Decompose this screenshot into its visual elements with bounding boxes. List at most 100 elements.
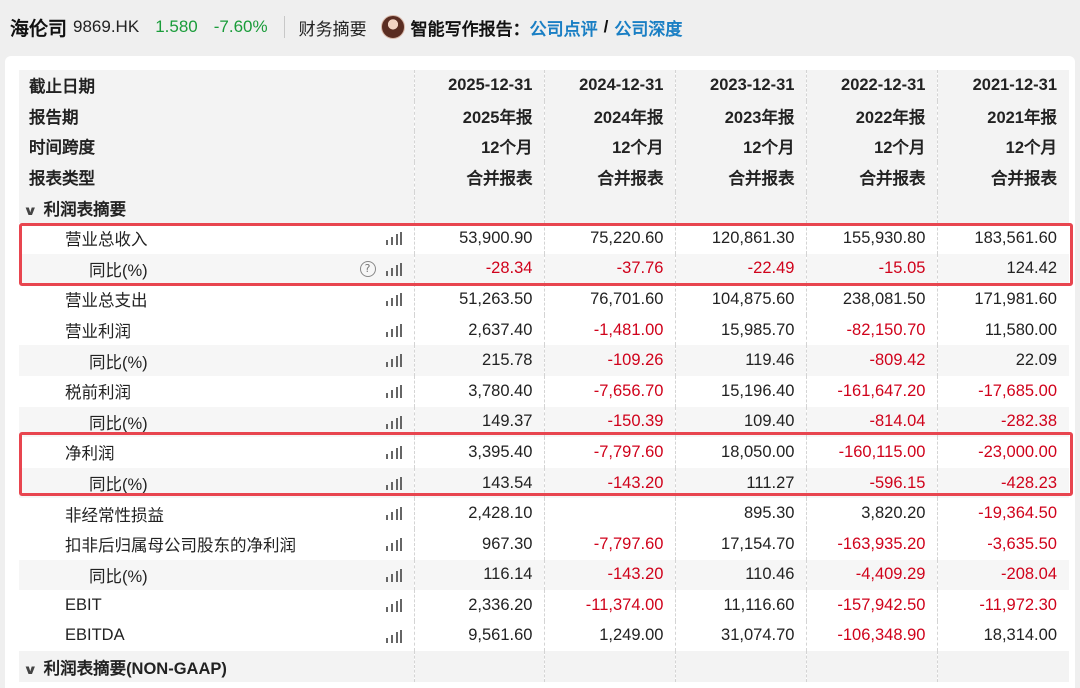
bar-chart-icon[interactable] — [385, 507, 402, 521]
table-row: 同比(%) 215.78 -109.26 119.46 -809.42 22.09 — [19, 345, 1069, 376]
bar-chart-icon[interactable] — [385, 629, 402, 643]
row-value — [544, 498, 676, 529]
bar-chart-icon[interactable] — [385, 231, 402, 245]
row-label: 同比(%) — [89, 567, 148, 586]
bar-chart-icon[interactable] — [385, 262, 402, 276]
meta-value: 2021-12-31 — [937, 70, 1069, 101]
row-value: 22.09 — [937, 345, 1069, 376]
row-value: 104,875.60 — [675, 284, 807, 315]
row-value: 2,428.10 — [413, 498, 545, 529]
row-value: 76,701.60 — [544, 284, 676, 315]
company-name: 海伦司 — [10, 18, 68, 40]
bar-chart-icon[interactable] — [385, 384, 402, 398]
bar-chart-icon[interactable] — [385, 537, 402, 551]
link-company-review[interactable]: 公司点评 — [530, 15, 598, 40]
empty-cell — [675, 192, 807, 223]
bar-chart-icon[interactable] — [385, 599, 402, 613]
table-row: 同比(%) 149.37 -150.39 109.40 -814.04 -282.38 — [19, 406, 1069, 438]
row-value: 171,981.60 — [937, 284, 1069, 315]
row-value: 124.42 — [937, 253, 1069, 285]
row-label: 同比(%) — [89, 353, 148, 372]
link-company-deep-dive[interactable]: 公司深度 — [614, 15, 682, 40]
empty-cell — [675, 651, 807, 682]
section-header-non-gaap[interactable]: ∨ 利润表摘要(NON-GAAP) — [19, 651, 1069, 682]
empty-cell — [937, 651, 1069, 682]
empty-cell — [413, 192, 545, 223]
row-value: -161,647.20 — [806, 375, 938, 407]
meta-label: 截止日期 — [29, 78, 95, 97]
meta-value: 2024年报 — [544, 100, 676, 132]
section-title: 利润表摘要(NON-GAAP) — [43, 659, 227, 678]
row-value: 18,050.00 — [675, 437, 807, 468]
table-row: 同比(%) 143.54 -143.20 111.27 -596.15 -428.23 — [19, 467, 1069, 499]
row-value: -809.42 — [806, 345, 938, 376]
empty-cell — [937, 192, 1069, 223]
row-value: -7,797.60 — [544, 528, 676, 560]
table-row: 税前利润 3,780.40 -7,656.70 15,196.40 -161,647.2… — [19, 375, 1069, 407]
row-value: -208.04 — [937, 559, 1069, 591]
table-row: 营业利润 2,637.40 -1,481.00 15,985.70 -82,150.70… — [19, 314, 1069, 346]
row-value: -11,374.00 — [544, 590, 676, 621]
bar-chart-icon[interactable] — [385, 323, 402, 337]
row-value: 31,074.70 — [675, 620, 807, 652]
stock-header: 海伦司 9869.HK 1.580 -7.60% 财务摘要 智能写作报告： 公司… — [0, 0, 1080, 54]
row-value: 2,637.40 — [413, 314, 545, 346]
meta-row: 时间跨度 12个月 12个月 12个月 12个月 12个月 — [19, 131, 1069, 162]
section-tab-financial-summary[interactable]: 财务摘要 — [299, 15, 367, 40]
row-value: -3,635.50 — [937, 528, 1069, 560]
row-value: -1,481.00 — [544, 314, 676, 346]
row-label: 营业总收入 — [65, 231, 148, 250]
price-change: -7.60% — [213, 17, 268, 36]
row-value: -143.20 — [544, 559, 676, 591]
row-value: 3,780.40 — [413, 375, 545, 407]
row-value: 183,561.60 — [937, 222, 1069, 254]
row-value: 75,220.60 — [544, 222, 676, 254]
row-value: 11,116.60 — [675, 590, 807, 621]
meta-row: 报告期 2025年报 2024年报 2023年报 2022年报 2021年报 — [19, 100, 1069, 132]
bar-chart-icon[interactable] — [385, 415, 402, 429]
row-value: 18,314.00 — [937, 620, 1069, 652]
row-value: 3,820.20 — [806, 498, 938, 529]
row-value: -150.39 — [544, 406, 676, 438]
row-value: -22.49 — [675, 253, 807, 285]
row-value: 895.30 — [675, 498, 807, 529]
meta-value: 合并报表 — [544, 161, 676, 193]
row-value: 9,561.60 — [413, 620, 545, 652]
row-value: 155,930.80 — [806, 222, 938, 254]
bar-chart-icon[interactable] — [385, 293, 402, 307]
row-label: 同比(%) — [89, 261, 148, 280]
row-value: -4,409.29 — [806, 559, 938, 591]
meta-label: 报告期 — [29, 108, 79, 127]
row-value: -82,150.70 — [806, 314, 938, 346]
meta-value: 12个月 — [937, 131, 1069, 162]
chevron-down-icon[interactable]: ∨ — [23, 203, 38, 219]
section-title: 利润表摘要 — [43, 200, 127, 219]
row-value: 2,336.20 — [413, 590, 545, 621]
meta-value: 合并报表 — [806, 161, 938, 193]
help-icon[interactable]: ? — [359, 260, 376, 277]
bar-chart-icon[interactable] — [385, 446, 402, 460]
row-label: 同比(%) — [89, 414, 148, 433]
row-value: -109.26 — [544, 345, 676, 376]
meta-value: 2022-12-31 — [806, 70, 938, 101]
row-label: EBIT — [65, 595, 102, 614]
bar-chart-icon[interactable] — [385, 354, 402, 368]
row-value: 215.78 — [413, 345, 545, 376]
row-value: -17,685.00 — [937, 375, 1069, 407]
income-statement-table: 截止日期 2025-12-31 2024-12-31 2023-12-31 2022-1… — [19, 70, 1069, 682]
row-value: -106,348.90 — [806, 620, 938, 652]
row-value: 111.27 — [675, 467, 807, 499]
chevron-down-icon[interactable]: ∨ — [23, 662, 38, 678]
meta-value: 2023年报 — [675, 100, 807, 132]
row-value: -163,935.20 — [806, 528, 938, 560]
row-value: -814.04 — [806, 406, 938, 438]
table-row: EBITDA 9,561.60 1,249.00 31,074.70 -106,348.… — [19, 620, 1069, 652]
meta-value: 合并报表 — [675, 161, 807, 193]
row-value: 238,081.50 — [806, 284, 938, 315]
section-header-income-statement[interactable]: ∨ 利润表摘要 — [19, 192, 1069, 223]
financial-summary-panel: 截止日期 2025-12-31 2024-12-31 2023-12-31 2022-1… — [5, 56, 1075, 688]
bar-chart-icon[interactable] — [385, 476, 402, 490]
row-value: 3,395.40 — [413, 437, 545, 468]
bar-chart-icon[interactable] — [385, 568, 402, 582]
meta-value: 2024-12-31 — [544, 70, 676, 101]
